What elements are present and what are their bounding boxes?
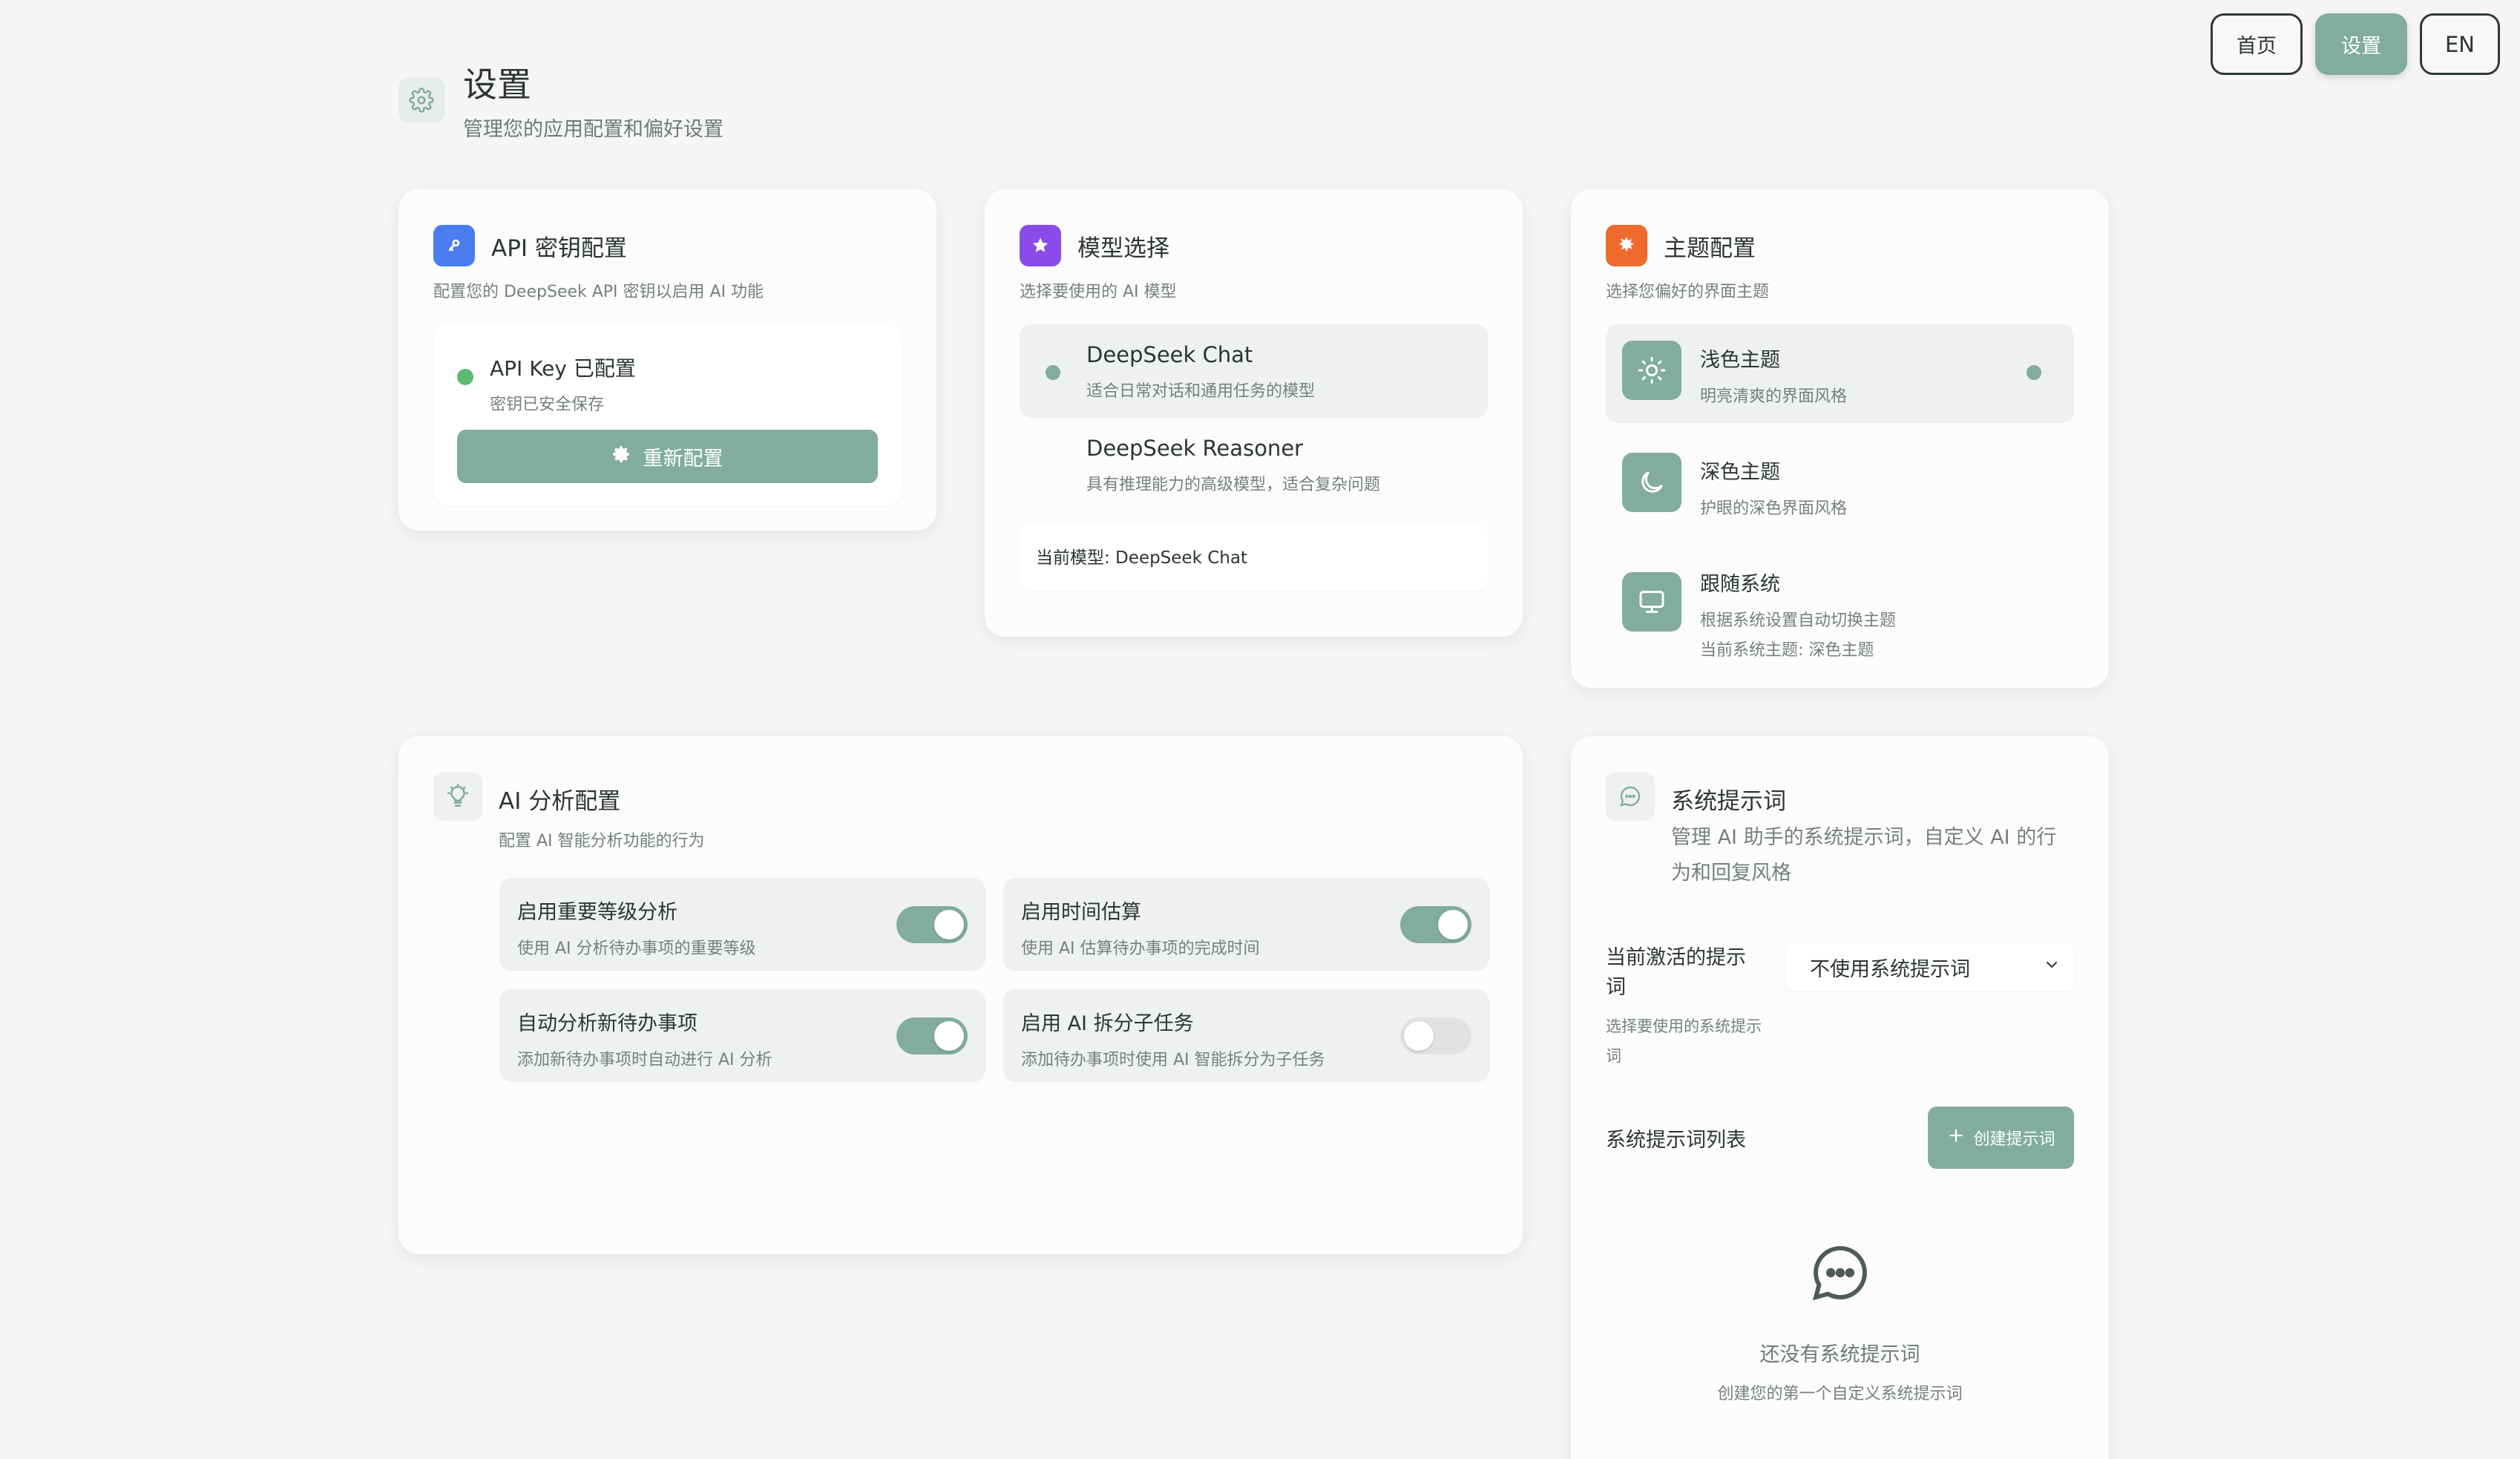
theme-option-system[interactable]: 跟随系统 根据系统设置自动切换主题 当前系统主题: 深色主题 <box>1606 548 2074 677</box>
toggle-desc: 添加待办事项时使用 AI 智能拆分为子任务 <box>1021 1051 1325 1069</box>
card-subtitle: 配置 AI 智能分析功能的行为 <box>499 832 705 850</box>
card-title: AI 分析配置 <box>499 788 621 815</box>
prompt-select[interactable]: 不使用系统提示词 <box>1786 943 2074 991</box>
toggle-desc: 使用 AI 估算待办事项的完成时间 <box>1021 940 1260 958</box>
page-header: 设置 管理您的应用配置和偏好设置 <box>398 64 723 142</box>
system-prompt-card: 系统提示词 管理 AI 助手的系统提示词，自定义 AI 的行为和回复风格 当前激… <box>1571 736 2109 1459</box>
monitor-icon <box>1622 572 1681 632</box>
api-key-card: API 密钥配置 配置您的 DeepSeek API 密钥以启用 AI 功能 A… <box>398 189 936 531</box>
toggle-switch[interactable] <box>896 1017 968 1055</box>
theme-desc: 明亮清爽的界面风格 <box>1700 387 1848 406</box>
active-prompt-label: 当前激活的提示词 <box>1606 946 1746 999</box>
reconfigure-button[interactable]: 重新配置 <box>457 430 878 483</box>
card-title: 系统提示词 <box>1671 788 1786 815</box>
theme-name: 深色主题 <box>1700 461 1780 484</box>
model-desc: 具有推理能力的高级模型，适合复杂问题 <box>1086 476 1381 494</box>
selected-indicator <box>1046 365 1060 380</box>
create-prompt-label: 创建提示词 <box>1973 1130 2055 1149</box>
model-name: DeepSeek Chat <box>1086 342 1253 367</box>
theme-option-light[interactable]: 浅色主题 明亮清爽的界面风格 <box>1606 324 2074 423</box>
empty-title: 还没有系统提示词 <box>1759 1343 1920 1366</box>
language-toggle-button[interactable]: EN <box>2420 13 2500 75</box>
model-desc: 适合日常对话和通用任务的模型 <box>1086 382 1316 401</box>
gear-icon <box>612 445 631 469</box>
create-prompt-button[interactable]: 创建提示词 <box>1928 1106 2074 1169</box>
api-status-note: 密钥已安全保存 <box>490 396 605 414</box>
page-subtitle: 管理您的应用配置和偏好设置 <box>463 118 723 141</box>
chevron-down-icon <box>2043 956 2061 979</box>
lightbulb-icon <box>433 772 482 821</box>
settings-button[interactable]: 设置 <box>2315 13 2407 75</box>
selected-indicator <box>2027 365 2041 380</box>
prompt-list-label: 系统提示词列表 <box>1606 1128 1746 1152</box>
card-title: API 密钥配置 <box>491 235 627 262</box>
status-indicator <box>457 369 473 385</box>
key-icon <box>433 225 475 266</box>
card-subtitle: 配置您的 DeepSeek API 密钥以启用 AI 功能 <box>433 283 764 301</box>
star-icon <box>1020 225 1061 266</box>
plus-icon <box>1946 1126 1966 1150</box>
toggle-desc: 使用 AI 分析待办事项的重要等级 <box>517 940 756 958</box>
toggle-time-estimate: 启用时间估算 使用 AI 估算待办事项的完成时间 <box>1003 878 1489 971</box>
theme-desc: 护眼的深色界面风格 <box>1700 499 1848 518</box>
sun-icon <box>1606 225 1647 266</box>
toggle-switch[interactable] <box>1400 1017 1471 1055</box>
empty-subtitle: 创建您的第一个自定义系统提示词 <box>1717 1385 1963 1403</box>
toggle-switch[interactable] <box>896 906 968 943</box>
toggle-switch[interactable] <box>1400 906 1471 943</box>
theme-card: 主题配置 选择您偏好的界面主题 浅色主题 明亮清爽的界面风格 深色主题 护眼的深… <box>1571 189 2109 688</box>
sun-icon <box>1622 341 1681 400</box>
model-option-chat[interactable]: DeepSeek Chat 适合日常对话和通用任务的模型 <box>1020 324 1488 418</box>
api-status-label: API Key 已配置 <box>490 356 636 381</box>
toggle-subtask-split: 启用 AI 拆分子任务 添加待办事项时使用 AI 智能拆分为子任务 <box>1003 989 1489 1082</box>
chat-icon <box>1606 772 1655 821</box>
toggle-importance-analysis: 启用重要等级分析 使用 AI 分析待办事项的重要等级 <box>499 878 985 971</box>
active-prompt-help: 选择要使用的系统提示词 <box>1606 1017 1762 1065</box>
reconfigure-label: 重新配置 <box>643 447 723 471</box>
page-title: 设置 <box>463 65 531 105</box>
top-nav: 首页 设置 EN <box>2211 13 2500 75</box>
current-model-display: 当前模型: DeepSeek Chat <box>1020 522 1488 590</box>
ai-analysis-card: AI 分析配置 配置 AI 智能分析功能的行为 启用重要等级分析 使用 AI 分… <box>398 736 1523 1254</box>
toggle-desc: 添加新待办事项时自动进行 AI 分析 <box>517 1051 772 1069</box>
card-title: 主题配置 <box>1664 235 1756 262</box>
card-subtitle: 选择您偏好的界面主题 <box>1606 283 1770 301</box>
api-status-panel: API Key 已配置 密钥已安全保存 重新配置 <box>433 324 902 505</box>
model-selection-card: 模型选择 选择要使用的 AI 模型 DeepSeek Chat 适合日常对话和通… <box>985 189 1523 637</box>
toggle-auto-analysis: 自动分析新待办事项 添加新待办事项时自动进行 AI 分析 <box>499 989 985 1082</box>
theme-option-dark[interactable]: 深色主题 护眼的深色界面风格 <box>1606 436 2074 535</box>
prompt-select-value: 不使用系统提示词 <box>1810 957 1970 981</box>
theme-name: 跟随系统 <box>1700 573 1780 596</box>
model-name: DeepSeek Reasoner <box>1086 436 1303 461</box>
card-title: 模型选择 <box>1077 235 1169 262</box>
home-button[interactable]: 首页 <box>2211 13 2303 75</box>
system-theme-status: 当前系统主题: 深色主题 <box>1700 641 1874 660</box>
chat-icon <box>1606 1240 2074 1308</box>
gear-icon <box>398 77 444 123</box>
theme-name: 浅色主题 <box>1700 349 1780 372</box>
moon-icon <box>1622 453 1681 512</box>
card-subtitle: 选择要使用的 AI 模型 <box>1020 283 1177 301</box>
model-option-reasoner[interactable]: DeepSeek Reasoner 具有推理能力的高级模型，适合复杂问题 <box>1020 418 1488 511</box>
card-subtitle: 管理 AI 助手的系统提示词，自定义 AI 的行为和回复风格 <box>1671 826 2057 885</box>
theme-desc: 根据系统设置自动切换主题 <box>1700 612 1897 630</box>
empty-state: 还没有系统提示词 创建您的第一个自定义系统提示词 <box>1606 1240 2074 1404</box>
